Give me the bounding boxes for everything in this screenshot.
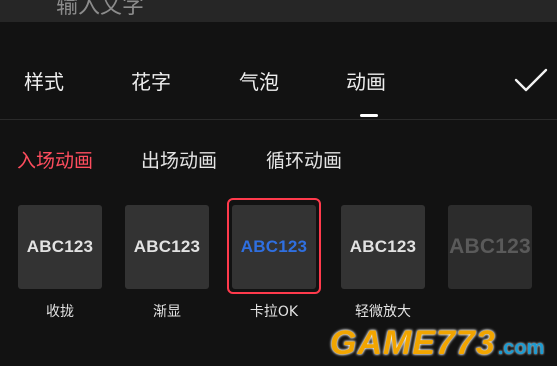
divider [0,119,557,120]
animation-preview-text: ABC123 [349,237,417,256]
site-watermark-logo: GAME773 .com [330,322,545,362]
tab-animation[interactable]: 动画 [346,66,386,95]
animation-label-slight-zoom: 轻微放大 [355,304,411,320]
text-input-placeholder[interactable]: 输入文字 [56,0,144,20]
tab-style[interactable]: 样式 [24,66,64,95]
animation-label-fade-in: 渐显 [153,304,181,320]
animation-card-gather[interactable]: ABC123 [18,205,102,289]
subtab-loop-animation[interactable]: 循环动画 [266,146,342,173]
text-input-bar[interactable]: 输入文字 [0,0,557,22]
selected-card-frame [227,198,321,294]
animation-preview-text: ABC123 [133,237,201,256]
tab-bubble[interactable]: 气泡 [239,66,279,95]
subtab-enter-animation[interactable]: 入场动画 [17,146,93,173]
tab-fancy-text[interactable]: 花字 [131,66,171,95]
animation-card-partial[interactable]: ABC123 [448,205,532,289]
animation-preview-text: ABC123 [26,237,94,256]
subtab-exit-animation[interactable]: 出场动画 [141,146,217,173]
watermark-main-text: GAME773 [330,324,496,362]
animation-card-slight-zoom[interactable]: ABC123 [341,205,425,289]
tab-bar: 样式 花字 气泡 动画 [0,56,557,118]
animation-label-karaoke: 卡拉OK [249,304,299,320]
animation-label-gather: 收拢 [46,304,74,320]
animation-preview-text: ABC123 [449,235,531,258]
active-tab-indicator [360,114,378,117]
animation-card-fade-in[interactable]: ABC123 [125,205,209,289]
checkmark-icon[interactable] [512,66,550,96]
watermark-suffix-text: .com [497,337,545,359]
